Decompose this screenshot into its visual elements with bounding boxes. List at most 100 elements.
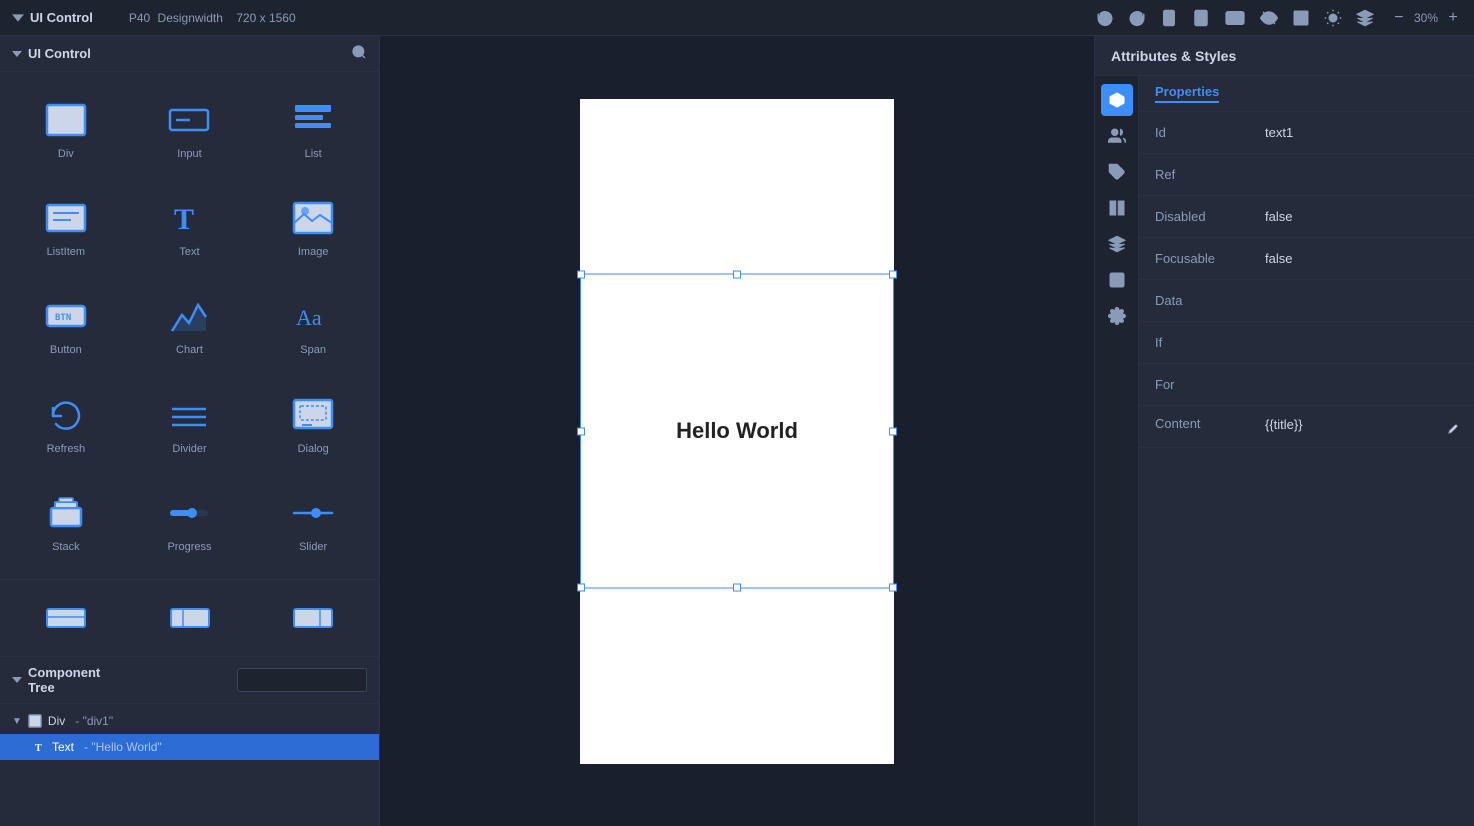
layers-button[interactable] [1356,9,1374,27]
component-text-label: Text [179,246,199,258]
tree-item-div[interactable]: ▼ Div - "div1" [0,708,379,734]
prop-row-if: If [1139,322,1474,364]
collapse-arrow-icon[interactable] [12,12,24,24]
side-columns-button[interactable] [1101,192,1133,224]
extra2-icon [168,596,212,640]
extra3-icon [291,596,335,640]
tab-properties[interactable]: Properties [1155,84,1219,103]
prop-value-id[interactable]: text1 [1265,125,1458,140]
component-stack-label: Stack [52,541,80,553]
tree-text-value: - "Hello World" [84,740,162,754]
layers-side-icon [1108,235,1126,253]
top-bar: UI Control P40 Designwidth 720 x 1560 [0,0,1474,36]
component-text[interactable]: T Text [128,178,252,276]
component-extra2[interactable] [128,584,252,652]
list-icon [291,98,335,142]
app-title: UI Control [12,10,93,25]
chart-icon [167,294,211,338]
component-extra3[interactable] [251,584,375,652]
side-square-button[interactable] [1101,264,1133,296]
component-slider[interactable]: Slider [251,473,375,571]
side-properties-button[interactable] [1101,84,1133,116]
tree-text-label: Text [52,740,74,754]
component-image-label: Image [298,246,329,258]
prop-label-content: Content [1155,416,1265,431]
cube-icon [1108,91,1126,109]
component-refresh[interactable]: Refresh [4,375,128,473]
divider-icon [167,393,211,437]
panel-title-text: UI Control [28,46,91,61]
side-users-button[interactable] [1101,120,1133,152]
main-layout: UI Control Div [0,36,1474,826]
component-divider[interactable]: Divider [128,375,252,473]
div-icon [44,98,88,142]
side-gear-button[interactable] [1101,300,1133,332]
left-panel: UI Control Div [0,36,380,826]
tree-header: ComponentTree [0,657,379,704]
tree-title-text: ComponentTree [28,665,100,695]
prop-label-id: Id [1155,125,1265,140]
side-layers-button[interactable] [1101,228,1133,260]
panel-collapse-icon[interactable] [12,49,22,59]
tree-collapse-icon[interactable] [12,675,22,685]
redo-button[interactable] [1128,9,1146,27]
component-progress[interactable]: Progress [128,473,252,571]
tablet-portrait-button[interactable] [1192,9,1210,27]
component-divider-label: Divider [172,443,206,455]
component-list-label: List [305,148,322,160]
component-grid: Div Input [0,72,379,579]
component-search-button[interactable] [351,44,367,63]
tree-div-icon [28,714,42,728]
tree-search-field[interactable] [237,668,367,692]
component-input[interactable]: Input [128,80,252,178]
right-sidebar: Attributes & Styles [1094,36,1474,826]
tree-search-input[interactable] [244,674,386,686]
prop-value-focusable[interactable]: false [1265,251,1458,266]
device-model: P40 [129,11,150,25]
component-button[interactable]: BTN Button [4,276,128,374]
edit-pen-icon [1448,424,1458,434]
component-list[interactable]: List [251,80,375,178]
brightness-button[interactable] [1324,9,1342,27]
panel-title-label: UI Control [12,46,91,61]
input-icon [167,98,211,142]
stack-icon [44,491,88,535]
zoom-in-button[interactable]: + [1444,9,1462,27]
tablet-landscape-button[interactable] [1224,11,1246,25]
undo-button[interactable] [1096,9,1114,27]
component-image[interactable]: Image [251,178,375,276]
tree-arrow-div: ▼ [12,716,22,727]
refresh-icon [44,393,88,437]
rect-button[interactable] [1292,9,1310,27]
component-dialog-label: Dialog [298,443,329,455]
component-progress-label: Progress [167,541,211,553]
zoom-out-button[interactable]: − [1390,9,1408,27]
mask-button[interactable] [1260,9,1278,27]
component-dialog[interactable]: Dialog [251,375,375,473]
component-stack[interactable]: Stack [4,473,128,571]
component-span[interactable]: Aa Span [251,276,375,374]
component-listitem[interactable]: ListItem [4,178,128,276]
tree-title: ComponentTree [12,665,100,695]
canvas-area[interactable]: Hello World [380,36,1094,826]
properties-content: Properties Id text1 Ref Disabled false [1095,76,1474,826]
zoom-level: 30% [1414,11,1438,25]
prop-value-content[interactable]: {{title}} [1265,417,1303,432]
svg-text:T: T [35,743,42,753]
tree-item-text[interactable]: T Text - "Hello World" [0,734,379,760]
ui-control-header: UI Control [0,36,379,72]
extra1-icon [44,596,88,640]
side-puzzle-button[interactable] [1101,156,1133,188]
phone-view-button[interactable] [1160,9,1178,27]
listitem-icon [44,196,88,240]
users-icon [1108,127,1126,145]
component-slider-label: Slider [299,541,327,553]
component-chart[interactable]: Chart [128,276,252,374]
tree-div-label: Div [48,714,65,728]
component-div-label: Div [58,148,74,160]
gear-icon [1108,307,1126,325]
prop-value-disabled[interactable]: false [1265,209,1458,224]
tree-div-value: - "div1" [75,714,113,728]
component-extra1[interactable] [4,584,128,652]
component-div[interactable]: Div [4,80,128,178]
